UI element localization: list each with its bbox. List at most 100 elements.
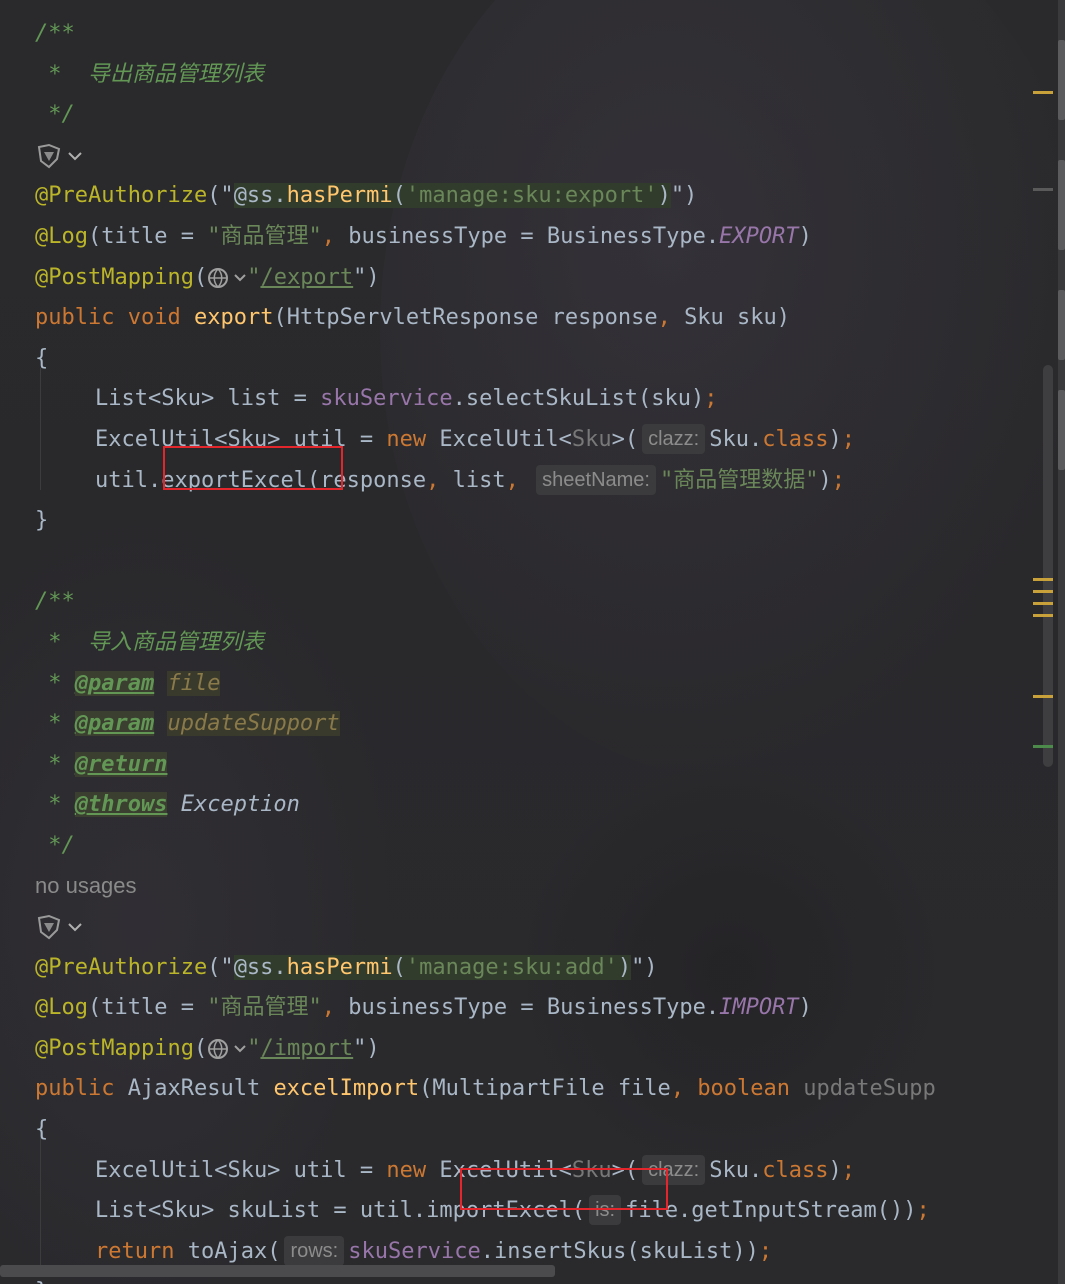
code-text: ExcelUtil xyxy=(426,426,559,452)
code-line[interactable]: * @return xyxy=(35,745,1055,786)
doc-comment-text: * 导出商品管理列表 xyxy=(35,61,264,87)
semicolon: ; xyxy=(841,1157,855,1183)
parameter-hint: clazz: xyxy=(642,423,706,454)
paren: ) xyxy=(828,1157,842,1183)
paren: ") xyxy=(631,954,658,980)
ai-assist-icon xyxy=(37,143,61,169)
code-text: (response xyxy=(306,467,427,493)
expr-text: @ss. xyxy=(233,183,287,209)
chevron-down-icon xyxy=(68,923,82,932)
code-line[interactable]: /** xyxy=(35,14,1055,55)
warning-marker[interactable] xyxy=(1033,695,1053,698)
method-name[interactable]: excelImport xyxy=(273,1076,419,1101)
warning-marker[interactable] xyxy=(1033,578,1053,581)
code-vision-line[interactable]: no usages xyxy=(35,866,1055,907)
code-text: >( xyxy=(611,426,639,452)
code-line[interactable]: List<Sku> skuList = util.importExcel(is:… xyxy=(35,1191,1055,1232)
params: (MultipartFile file xyxy=(419,1076,671,1102)
warning-marker[interactable] xyxy=(1033,590,1053,593)
code-line[interactable]: { xyxy=(35,339,1055,380)
side-tab-search[interactable] xyxy=(1058,160,1065,250)
code-text: util. xyxy=(95,467,162,493)
code-text: (skuList)) xyxy=(626,1238,759,1264)
comma: , xyxy=(505,467,533,493)
usages-hint[interactable]: no usages xyxy=(35,873,137,898)
parameter-hint: is: xyxy=(589,1195,622,1226)
unused-param: updateSupp xyxy=(803,1076,936,1102)
code-line[interactable]: * @param file xyxy=(35,664,1055,705)
change-marker[interactable] xyxy=(1033,745,1053,748)
code-line[interactable]: } xyxy=(35,501,1055,542)
info-marker[interactable] xyxy=(1033,188,1053,191)
code-area[interactable]: /** * 导出商品管理列表 */ @PreAuthorize("@ss.has… xyxy=(35,14,1055,1284)
brace: { xyxy=(35,345,49,371)
code-line[interactable]: @PostMapping("/export") xyxy=(35,258,1055,299)
chevron-down-icon xyxy=(234,1045,246,1053)
code-text: List<Sku> list = xyxy=(95,386,321,412)
code-line[interactable]: * 导入商品管理列表 xyxy=(35,623,1055,664)
parameter-hint: sheetName: xyxy=(536,464,656,495)
code-line[interactable]: ExcelUtil<Sku> util = new ExcelUtil<Sku>… xyxy=(35,420,1055,461)
highlighted-method-call[interactable]: exportExcel xyxy=(161,468,307,493)
string-literal: "商品管理数据" xyxy=(659,467,819,493)
code-line[interactable]: @Log(title = "商品管理", businessType = Busi… xyxy=(35,217,1055,258)
code-line[interactable]: @PostMapping("/import") xyxy=(35,1029,1055,1070)
code-text: < xyxy=(558,426,572,452)
side-tab-notifications[interactable] xyxy=(1058,390,1065,470)
code-line[interactable]: public void export(HttpServletResponse r… xyxy=(35,298,1055,339)
field-ref: skuService xyxy=(320,386,453,412)
code-line[interactable] xyxy=(35,907,1055,948)
vertical-scrollbar[interactable] xyxy=(1043,365,1053,767)
keyword: class xyxy=(762,1157,829,1183)
code-text: businessType = BusinessType. xyxy=(348,223,720,249)
endpoint-icon[interactable] xyxy=(35,136,83,176)
web-endpoint-icon[interactable] xyxy=(207,258,247,298)
code-line[interactable]: */ xyxy=(35,826,1055,867)
comma: , xyxy=(657,305,685,331)
code-line[interactable]: /** xyxy=(35,582,1055,623)
brace: { xyxy=(35,1117,49,1143)
code-line-empty[interactable] xyxy=(35,542,1055,583)
code-text: (title = xyxy=(87,223,208,249)
code-line[interactable]: * @throws Exception xyxy=(35,785,1055,826)
highlighted-method-call[interactable]: .importExcel( xyxy=(413,1198,585,1223)
globe-icon xyxy=(208,267,229,288)
keyword: new xyxy=(386,1157,427,1183)
method-name[interactable]: export xyxy=(194,305,273,330)
doc-tag-param: @param xyxy=(74,670,155,696)
code-editor[interactable]: /** * 导出商品管理列表 */ @PreAuthorize("@ss.has… xyxy=(0,0,1065,1284)
comma: , xyxy=(670,1076,698,1102)
globe-icon xyxy=(208,1038,229,1059)
code-text: Sku. xyxy=(709,426,763,452)
code-line[interactable] xyxy=(35,136,1055,177)
warning-marker[interactable] xyxy=(1033,614,1053,617)
endpoint-icon[interactable] xyxy=(35,907,83,947)
expr-call: hasPermi xyxy=(286,954,393,980)
code-line[interactable]: * 导出商品管理列表 xyxy=(35,55,1055,96)
code-line[interactable]: @PreAuthorize("@ss.hasPermi('manage:sku:… xyxy=(35,948,1055,989)
paren: (" xyxy=(207,183,234,209)
expr-call: hasPermi xyxy=(286,183,393,209)
doc-comment-close: */ xyxy=(35,102,75,128)
code-line[interactable]: public AjaxResult excelImport(MultipartF… xyxy=(35,1069,1055,1110)
params: Sku sku) xyxy=(684,305,791,331)
code-line[interactable]: * @param updateSupport xyxy=(35,704,1055,745)
string-literal: "商品管理" xyxy=(207,223,322,249)
code-line[interactable]: */ xyxy=(35,95,1055,136)
paren: ) xyxy=(617,954,632,980)
warning-marker[interactable] xyxy=(1033,91,1053,94)
code-line[interactable]: util.exportExcel(response, list, sheetNa… xyxy=(35,461,1055,502)
endpoint-path-link[interactable]: /import xyxy=(260,1036,353,1061)
paren: (" xyxy=(207,954,234,980)
code-line[interactable]: List<Sku> list = skuService.selectSkuLis… xyxy=(35,379,1055,420)
side-tab-maven[interactable] xyxy=(1058,40,1065,120)
warning-marker[interactable] xyxy=(1033,602,1053,605)
code-line[interactable]: @Log(title = "商品管理", businessType = Busi… xyxy=(35,988,1055,1029)
code-line[interactable]: { xyxy=(35,1110,1055,1151)
code-line[interactable]: ExcelUtil<Sku> util = new ExcelUtil<Sku>… xyxy=(35,1151,1055,1192)
side-tab-database[interactable] xyxy=(1058,290,1065,360)
code-line[interactable]: @PreAuthorize("@ss.hasPermi('manage:sku:… xyxy=(35,176,1055,217)
web-endpoint-icon[interactable] xyxy=(207,1029,247,1069)
endpoint-path-link[interactable]: /export xyxy=(260,265,353,290)
horizontal-scrollbar[interactable] xyxy=(0,1265,555,1277)
